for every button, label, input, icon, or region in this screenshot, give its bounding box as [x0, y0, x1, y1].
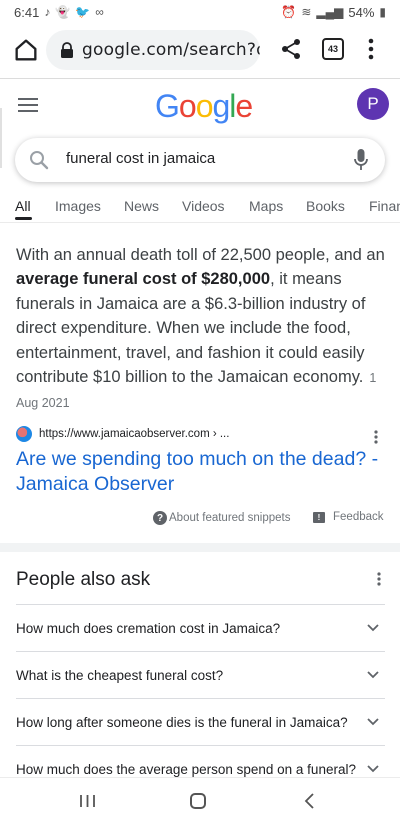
- paa-question-item[interactable]: What is the cheapest funeral cost?: [16, 651, 385, 698]
- status-time: 6:41: [14, 4, 40, 20]
- battery-icon: ▮: [379, 5, 386, 19]
- section-divider: [0, 543, 400, 552]
- paa-question-item[interactable]: How much does cremation cost in Jamaica?: [16, 604, 385, 651]
- wifi-icon: ≋: [301, 5, 312, 19]
- system-navigation-bar: [0, 777, 400, 823]
- tab-news[interactable]: News: [124, 198, 159, 214]
- tab-all[interactable]: All: [15, 198, 31, 214]
- tab-switcher-button[interactable]: 43: [322, 38, 344, 60]
- snippet-highlight: average funeral cost of $280,000: [16, 270, 271, 289]
- address-bar[interactable]: google.com/search?q=: [46, 30, 260, 70]
- toolbar-divider: [0, 78, 400, 79]
- lock-icon: [61, 42, 73, 58]
- tabs-divider: [0, 222, 400, 223]
- snippet-text-before: With an annual death toll of 22,500 peop…: [16, 246, 385, 264]
- status-bar: 6:41 ♪ 👻 🐦 ∞ ⏰ ≋ ▂▄▆ 54% ▮: [0, 0, 400, 24]
- paa-question-text: How much does the average person spend o…: [16, 762, 356, 777]
- feedback-icon: !: [313, 511, 325, 523]
- google-logo[interactable]: Google: [155, 88, 253, 125]
- tab-maps[interactable]: Maps: [249, 198, 283, 214]
- more-options-icon[interactable]: [364, 37, 378, 61]
- url-text: google.com/search?q=: [82, 40, 260, 60]
- result-options-icon[interactable]: [374, 430, 378, 444]
- featured-snippet-text: With an annual death toll of 22,500 peop…: [16, 243, 388, 416]
- feedback-label: Feedback: [333, 511, 384, 523]
- snippet-source[interactable]: https://www.jamaicaobserver.com › ...: [16, 425, 386, 443]
- chevron-down-icon: [367, 671, 379, 679]
- logo-letter: o: [178, 88, 197, 124]
- home-icon[interactable]: [12, 36, 40, 64]
- chevron-down-icon: [367, 765, 379, 773]
- paa-question-text: How long after someone dies is the funer…: [16, 715, 348, 730]
- source-url: https://www.jamaicaobserver.com › ...: [39, 428, 230, 440]
- snapchat-icon: 👻: [55, 5, 71, 19]
- avatar[interactable]: P: [357, 88, 389, 120]
- snippet-actions: ? About featured snippets ! Feedback: [0, 511, 400, 531]
- system-home-icon[interactable]: [190, 793, 206, 809]
- search-tabs: All Images News Videos Maps Books Financ…: [0, 192, 400, 222]
- google-header: Google P: [0, 80, 400, 134]
- tab-images[interactable]: Images: [55, 198, 101, 214]
- about-featured-snippets-link[interactable]: ? About featured snippets: [153, 511, 290, 525]
- paa-question-text: What is the cheapest funeral cost?: [16, 668, 224, 683]
- logo-letter: g: [212, 88, 230, 124]
- twitter-icon: 🐦: [75, 5, 91, 19]
- paa-options-icon[interactable]: [377, 572, 381, 586]
- alarm-icon: ⏰: [281, 5, 297, 19]
- signal-icon: ▂▄▆: [316, 5, 344, 19]
- people-also-ask-list: How much does cremation cost in Jamaica?…: [16, 604, 385, 792]
- logo-letter: G: [155, 88, 180, 124]
- logo-letter: o: [195, 88, 214, 124]
- site-favicon-icon: [16, 426, 32, 442]
- paa-question-text: How much does cremation cost in Jamaica?: [16, 621, 281, 636]
- feedback-button[interactable]: ! Feedback: [313, 511, 384, 523]
- microphone-icon[interactable]: [354, 148, 368, 172]
- hamburger-menu-icon[interactable]: [18, 98, 38, 112]
- tab-finance[interactable]: Finance: [369, 198, 400, 214]
- back-icon[interactable]: [303, 793, 315, 809]
- people-also-ask-title: People also ask: [16, 569, 151, 590]
- share-icon[interactable]: [280, 38, 302, 60]
- recent-apps-icon[interactable]: [79, 794, 96, 808]
- search-query: funeral cost in jamaica: [66, 150, 216, 167]
- tiktok-icon: ♪: [44, 5, 51, 19]
- help-icon: ?: [153, 511, 167, 525]
- about-snippets-label: About featured snippets: [169, 512, 291, 524]
- result-title-link[interactable]: Are we spending too much on the dead? - …: [16, 447, 388, 497]
- paa-question-item[interactable]: How long after someone dies is the funer…: [16, 698, 385, 745]
- browser-toolbar: google.com/search?q= 43: [0, 26, 400, 76]
- search-input[interactable]: funeral cost in jamaica: [15, 138, 385, 182]
- logo-letter: e: [235, 88, 253, 124]
- active-tab-indicator: [15, 217, 32, 220]
- voicemail-icon: ∞: [95, 5, 104, 19]
- chevron-down-icon: [367, 718, 379, 726]
- tab-videos[interactable]: Videos: [182, 198, 225, 214]
- tab-books[interactable]: Books: [306, 198, 345, 214]
- search-icon[interactable]: [29, 150, 49, 170]
- battery-level: 54%: [348, 4, 375, 20]
- chevron-down-icon: [367, 624, 379, 632]
